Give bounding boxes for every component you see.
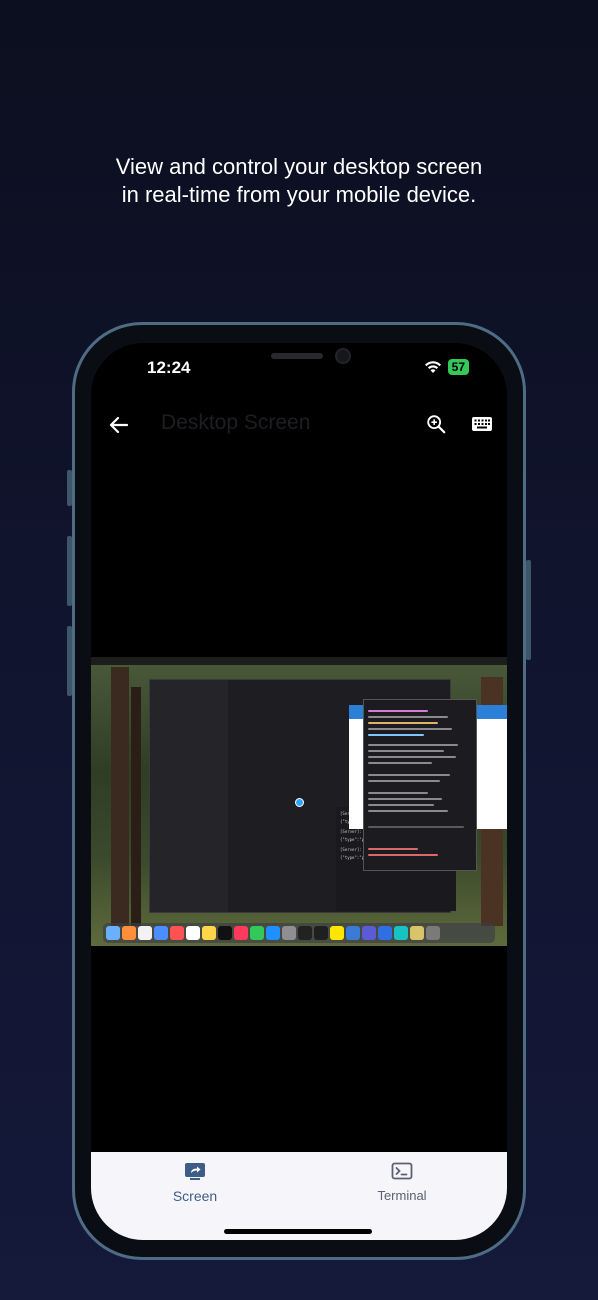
status-time: 12:24 <box>147 358 191 377</box>
phone-volume-up <box>67 536 72 606</box>
notch <box>187 343 411 376</box>
terminal-icon <box>391 1162 413 1180</box>
front-camera <box>335 348 351 364</box>
phone-power-button <box>526 560 531 660</box>
bottom-nav: Screen Terminal <box>91 1152 507 1240</box>
mac-menubar <box>91 657 507 665</box>
tab-screen-label: Screen <box>172 1188 218 1204</box>
remote-desktop-view[interactable]: [Server]: DesktopWebSocketService: Sendi… <box>91 657 507 946</box>
battery-icon: 57 <box>447 359 469 375</box>
wifi-icon <box>424 361 441 373</box>
home-indicator <box>224 1229 372 1234</box>
headline: View and control your desktop screen in … <box>0 153 598 209</box>
mac-dock <box>103 923 495 943</box>
screen-share-icon <box>185 1163 205 1180</box>
tab-terminal-label: Terminal <box>377 1188 427 1203</box>
keyboard-icon[interactable] <box>471 415 493 433</box>
remote-cursor <box>295 798 304 807</box>
speaker-grille <box>271 353 323 359</box>
headline-line-2: in real-time from your mobile device. <box>121 182 477 207</box>
phone-volume-down <box>67 626 72 696</box>
phone-mute-switch <box>67 470 72 506</box>
tree-trunk <box>131 687 141 926</box>
zoom-in-icon[interactable] <box>425 413 447 435</box>
xcode-sidebar <box>150 680 228 912</box>
tree-trunk <box>111 667 129 926</box>
tab-terminal[interactable]: Terminal <box>332 1162 472 1203</box>
app-bar: Desktop Screen <box>91 407 507 443</box>
tab-screen[interactable]: Screen <box>125 1162 265 1204</box>
claude-terminal-window <box>363 699 477 871</box>
status-icons: 57 <box>424 359 469 375</box>
phone-screen: 12:24 57 Desktop Screen [Server]: {"type… <box>91 343 507 1240</box>
arrow-left-icon[interactable] <box>107 413 131 437</box>
app-title: Desktop Screen <box>161 411 311 434</box>
headline-line-1: View and control your desktop screen <box>115 154 483 179</box>
